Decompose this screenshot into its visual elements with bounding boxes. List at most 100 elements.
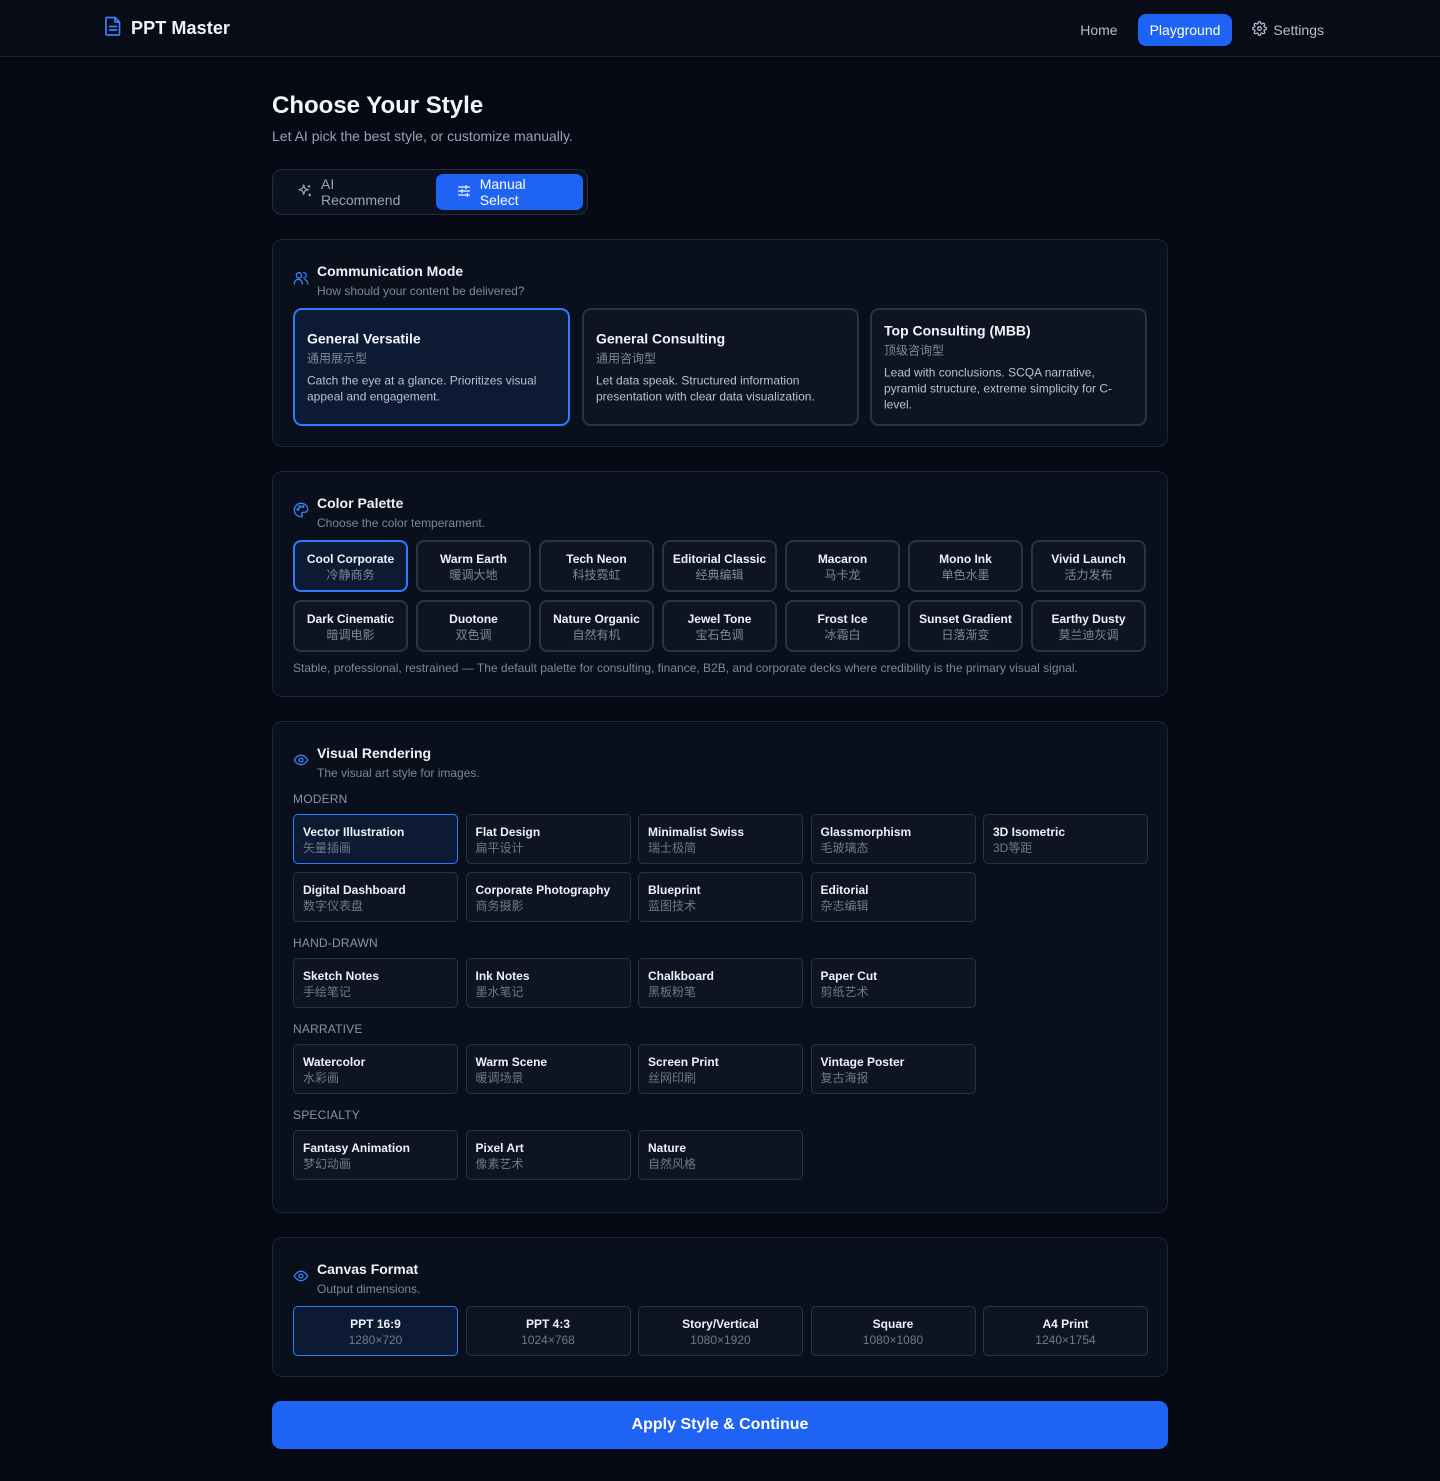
palette-option-dark-cinematic[interactable]: Dark Cinematic 暗调电影 [293, 600, 408, 652]
render-option-fantasy-animation[interactable]: Fantasy Animation 梦幻动画 [293, 1130, 458, 1180]
palette-option-sunset-gradient[interactable]: Sunset Gradient 日落渐变 [908, 600, 1023, 652]
render-option-cn: 数字仪表盘 [303, 899, 364, 913]
canvas-option-title: PPT 4:3 [525, 1317, 570, 1331]
render-option-cn: 墨水笔记 [475, 985, 524, 999]
render-option-title: Paper Cut [820, 969, 878, 983]
palette-option-editorial-classic[interactable]: Editorial Classic 经典编辑 [662, 540, 777, 592]
render-option-title: Chalkboard [648, 969, 715, 983]
render-option-title: Screen Print [648, 1055, 719, 1069]
nav-links: Home Playground Settings [1068, 13, 1336, 47]
apply-style-button[interactable]: Apply Style & Continue [272, 1401, 1168, 1449]
render-option-nature[interactable]: Nature 自然风格 [638, 1130, 803, 1180]
comm-option-general-consulting[interactable]: General Consulting 通用咨询型 Let data speak.… [582, 308, 859, 426]
canvas-format-title: Canvas Format [317, 1261, 419, 1277]
render-option-title: 3D Isometric [993, 825, 1066, 839]
palette-option-duotone[interactable]: Duotone 双色调 [416, 600, 531, 652]
render-option-flat-design[interactable]: Flat Design 扁平设计 [465, 814, 631, 864]
render-option-digital-dashboard[interactable]: Digital Dashboard 数字仪表盘 [293, 872, 458, 922]
canvas-option-ppt-16-9[interactable]: PPT 16:9 1280×720 [293, 1306, 458, 1356]
comm-option-desc: Lead with conclusions. SCQA narrative, p… [884, 365, 1113, 412]
palette-option-cool-corporate[interactable]: Cool Corporate 冷静商务 [293, 540, 408, 592]
palette-option-title: Sunset Gradient [919, 612, 1012, 626]
ai-recommend-label: AI Recommend [321, 176, 401, 208]
comm-option-desc: Let data speak. Structured information p… [596, 373, 815, 404]
render-option-cn: 瑞士极简 [648, 841, 697, 855]
canvas-option-title: Square [872, 1317, 914, 1331]
nav-settings-link[interactable]: Settings [1240, 13, 1336, 47]
render-option-ink-notes[interactable]: Ink Notes 墨水笔记 [465, 958, 631, 1008]
palette-option-frost-ice[interactable]: Frost Ice 冰霜白 [785, 600, 900, 652]
palette-option-macaron[interactable]: Macaron 马卡龙 [785, 540, 900, 592]
render-option-watercolor[interactable]: Watercolor 水彩画 [293, 1044, 458, 1094]
palette-option-cn: 科技霓虹 [572, 568, 621, 582]
page-subtitle: Let AI pick the best style, or customize… [272, 128, 573, 144]
sliders-icon [456, 183, 472, 202]
palette-option-vivid-launch[interactable]: Vivid Launch 活力发布 [1031, 540, 1146, 592]
render-option-cn: 毛玻璃态 [820, 841, 869, 855]
manual-select-button[interactable]: Manual Select [435, 174, 583, 210]
palette-option-cn: 自然有机 [572, 628, 621, 642]
palette-option-title: Mono Ink [939, 552, 992, 566]
palette-option-earthy-dusty[interactable]: Earthy Dusty 莫兰迪灰调 [1031, 600, 1146, 652]
canvas-option-dimensions: 1280×720 [348, 1333, 403, 1347]
canvas-option-dimensions: 1024×768 [521, 1333, 575, 1347]
communication-mode-panel: Communication Mode How should your conte… [272, 239, 1168, 447]
render-option-cn: 丝网印刷 [648, 1071, 697, 1085]
palette-option-cn: 宝石色调 [695, 628, 744, 642]
canvas-option-square[interactable]: Square 1080×1080 [810, 1306, 976, 1356]
render-option-title: Ink Notes [475, 969, 530, 983]
brand[interactable]: PPT Master [104, 16, 230, 41]
render-option-vector-illustration[interactable]: Vector Illustration 矢量插画 [293, 814, 458, 864]
canvas-option-a4-print[interactable]: A4 Print 1240×1754 [983, 1306, 1148, 1356]
render-option-chalkboard[interactable]: Chalkboard 黑板粉笔 [638, 958, 803, 1008]
render-option-pixel-art[interactable]: Pixel Art 像素艺术 [465, 1130, 631, 1180]
palette-option-warm-earth[interactable]: Warm Earth 暖调大地 [416, 540, 531, 592]
palette-option-mono-ink[interactable]: Mono Ink 单色水墨 [908, 540, 1023, 592]
render-option-vintage-poster[interactable]: Vintage Poster 复古海报 [810, 1044, 976, 1094]
canvas-option-title: A4 Print [1042, 1317, 1089, 1331]
canvas-option-ppt-4-3[interactable]: PPT 4:3 1024×768 [465, 1306, 631, 1356]
canvas-format-panel: Canvas Format Output dimensions. PPT 16:… [272, 1237, 1168, 1377]
render-option-minimalist-swiss[interactable]: Minimalist Swiss 瑞士极简 [638, 814, 803, 864]
render-option-blueprint[interactable]: Blueprint 蓝图技术 [638, 872, 803, 922]
palette-option-nature-organic[interactable]: Nature Organic 自然有机 [539, 600, 654, 652]
palette-option-title: Cool Corporate [306, 552, 395, 566]
render-option-cn: 3D等距 [993, 841, 1033, 855]
group-label-hand-drawn: HAND-DRAWN [293, 936, 378, 950]
palette-option-title: Frost Ice [817, 612, 868, 626]
palette-option-title: Vivid Launch [1051, 552, 1126, 566]
render-option-cn: 矢量插画 [303, 841, 352, 855]
render-option-sketch-notes[interactable]: Sketch Notes 手绘笔记 [293, 958, 458, 1008]
palette-option-title: Jewel Tone [687, 612, 752, 626]
render-option-editorial[interactable]: Editorial 杂志编辑 [810, 872, 976, 922]
comm-option-general-versatile[interactable]: General Versatile 通用展示型 Catch the eye at… [293, 308, 570, 426]
palette-option-title: Macaron [817, 552, 868, 566]
nav-home-link[interactable]: Home [1068, 14, 1129, 46]
comm-option-cn: 顶级咨询型 [884, 343, 945, 358]
visual-rendering-title: Visual Rendering [317, 745, 432, 761]
palette-option-tech-neon[interactable]: Tech Neon 科技霓虹 [539, 540, 654, 592]
top-nav: PPT Master Home Playground Settings [0, 0, 1440, 57]
palette-option-cn: 活力发布 [1064, 568, 1113, 582]
ai-recommend-button[interactable]: AI Recommend [277, 174, 432, 210]
render-option-title: Fantasy Animation [303, 1141, 410, 1155]
canvas-option-dimensions: 1240×1754 [1035, 1333, 1096, 1347]
render-option-3d-isometric[interactable]: 3D Isometric 3D等距 [983, 814, 1148, 864]
render-option-screen-print[interactable]: Screen Print 丝网印刷 [638, 1044, 803, 1094]
palette-option-cn: 日落渐变 [941, 628, 990, 642]
comm-option-top-consulting[interactable]: Top Consulting (MBB) 顶级咨询型 Lead with con… [870, 308, 1147, 426]
canvas-option-story-vertical[interactable]: Story/Vertical 1080×1920 [638, 1306, 803, 1356]
render-option-glassmorphism[interactable]: Glassmorphism 毛玻璃态 [810, 814, 976, 864]
nav-playground-link[interactable]: Playground [1137, 14, 1233, 46]
palette-option-title: Earthy Dusty [1051, 612, 1126, 626]
nav-settings-label: Settings [1273, 22, 1324, 38]
palette-option-jewel-tone[interactable]: Jewel Tone 宝石色调 [662, 600, 777, 652]
render-option-corporate-photography[interactable]: Corporate Photography 商务摄影 [465, 872, 631, 922]
comm-option-title: Top Consulting (MBB) [884, 322, 1031, 339]
canvas-option-title: PPT 16:9 [350, 1317, 401, 1331]
render-option-warm-scene[interactable]: Warm Scene 暖调场景 [465, 1044, 631, 1094]
render-option-cn: 复古海报 [820, 1071, 869, 1085]
eye-icon [293, 752, 309, 768]
render-option-cn: 手绘笔记 [303, 985, 352, 999]
render-option-paper-cut[interactable]: Paper Cut 剪纸艺术 [810, 958, 976, 1008]
